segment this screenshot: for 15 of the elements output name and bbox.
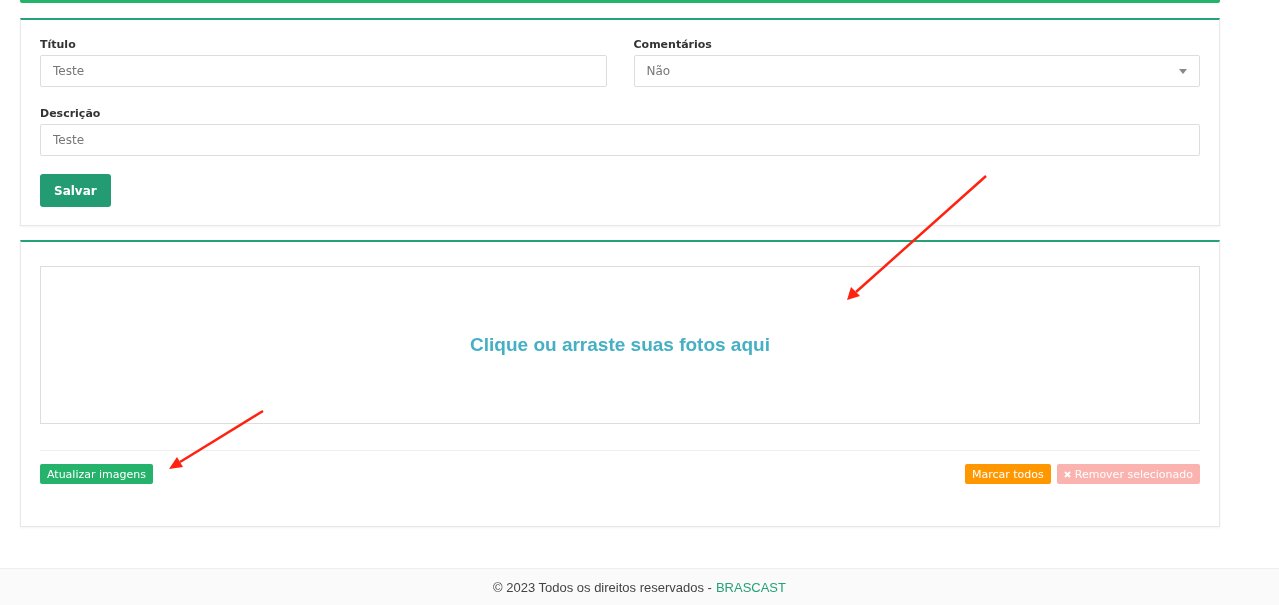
brand-link[interactable]: BRASCAST: [715, 579, 786, 595]
select-all-button[interactable]: Marcar todos: [964, 464, 1051, 484]
update-button[interactable]: Atualizar imagens: [40, 464, 153, 484]
dropzone-text: Clique ou arraste suas fotos aqui: [470, 334, 770, 356]
caret-icon: [1179, 68, 1187, 74]
field-label: Título: [40, 38, 77, 51]
field-label: Comentários: [633, 38, 713, 51]
copyright-text: © 2023 Todos os direitos reservados -: [493, 579, 712, 595]
close-icon: [1063, 470, 1071, 478]
dropzone[interactable]: Clique ou arraste suas fotos aqui: [40, 266, 1200, 424]
input-field[interactable]: Teste: [40, 55, 607, 87]
save-button[interactable]: Salvar: [40, 174, 111, 207]
select-field[interactable]: Não: [633, 55, 1200, 87]
field-label: Descrição: [40, 107, 102, 120]
input-field[interactable]: Teste: [40, 124, 1200, 156]
